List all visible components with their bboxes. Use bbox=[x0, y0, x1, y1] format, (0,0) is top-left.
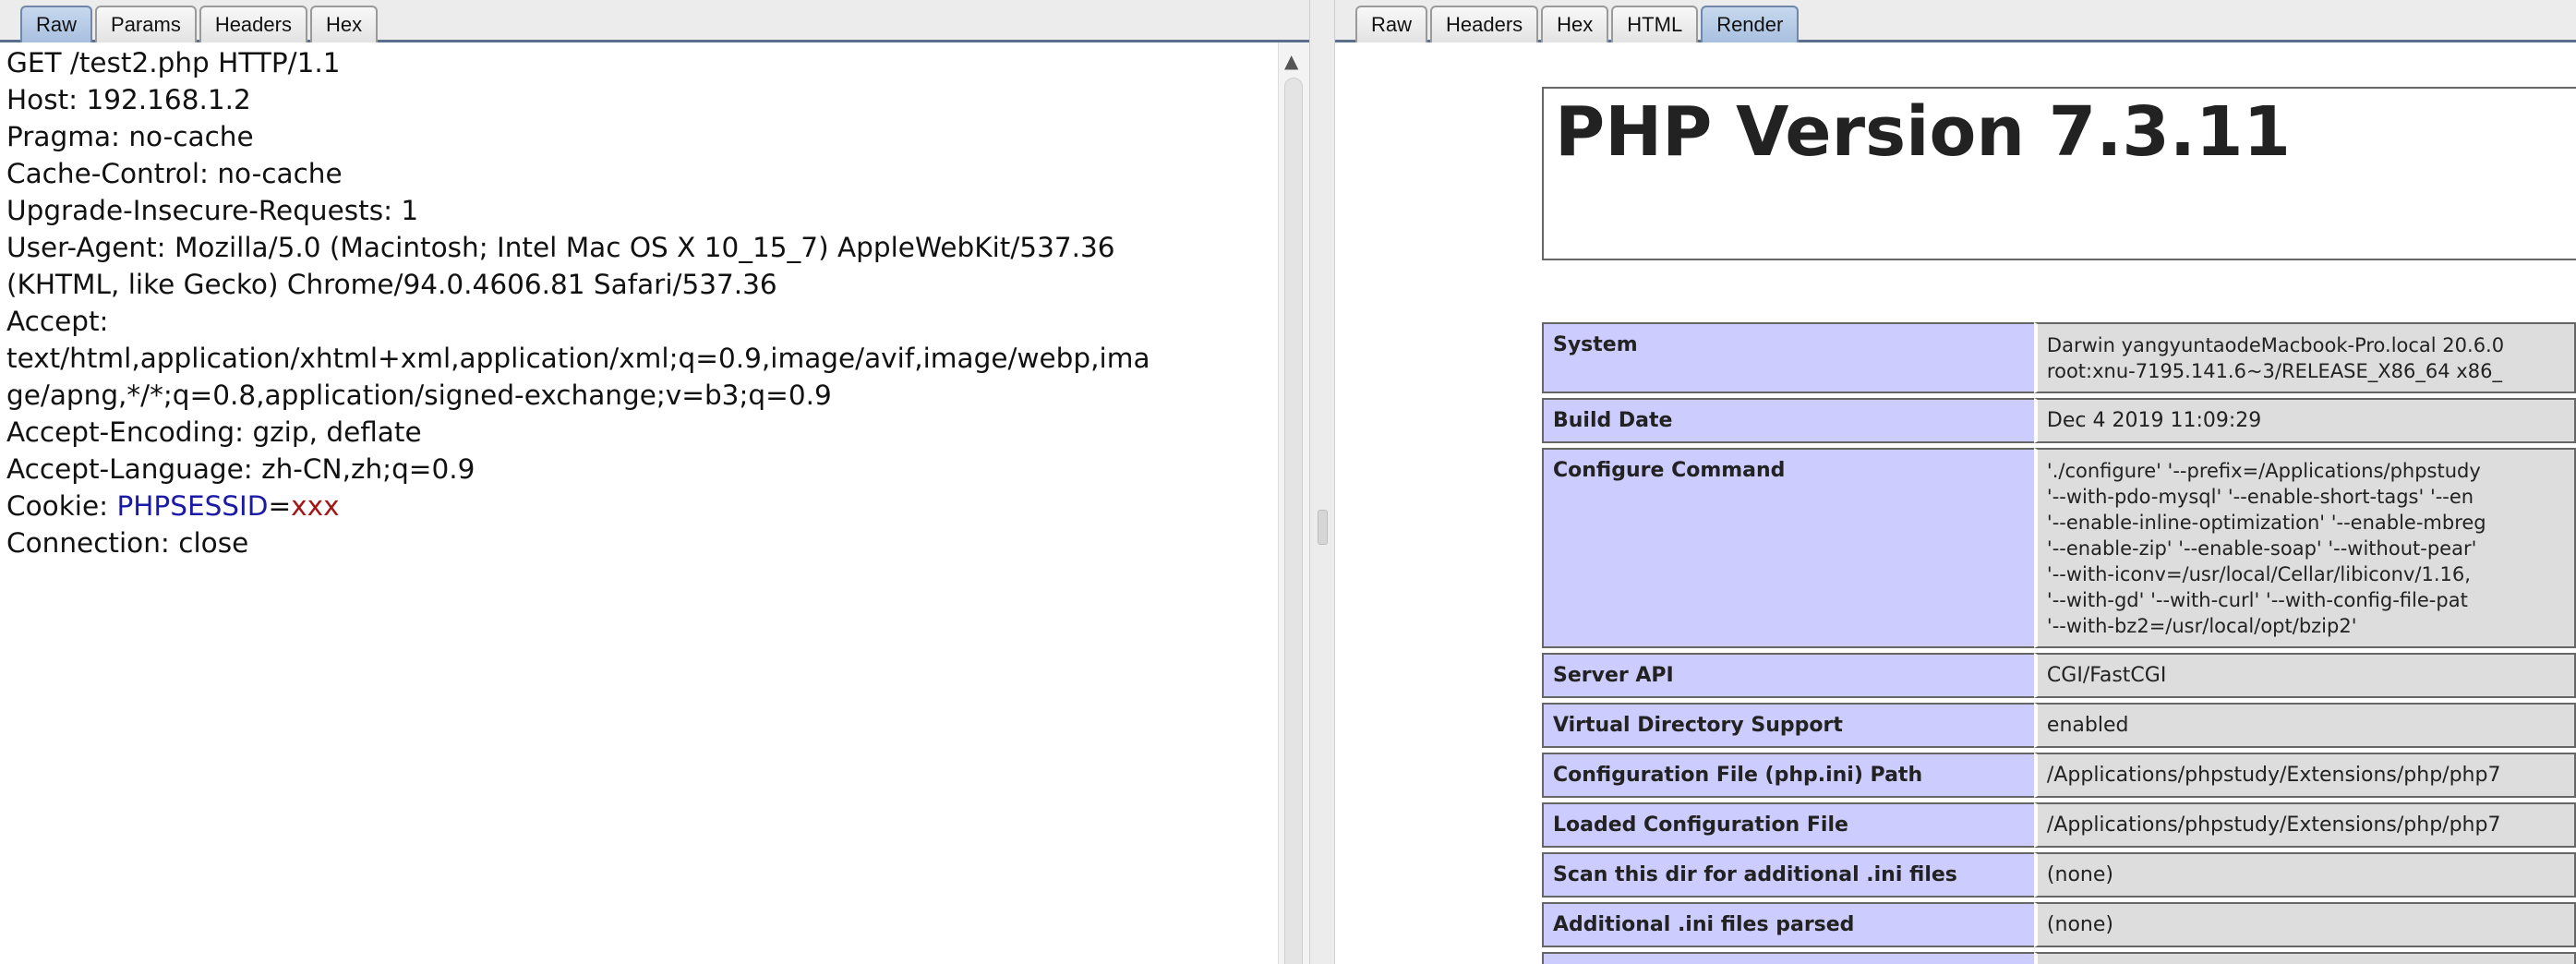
cookie-value: xxx bbox=[291, 490, 340, 522]
table-row: Server API CGI/FastCGI bbox=[1542, 653, 2576, 698]
table-row: Build Date Dec 4 2019 11:09:29 bbox=[1542, 398, 2576, 443]
divider-grip-handle[interactable] bbox=[1318, 510, 1328, 545]
phpinfo-key: Additional .ini files parsed bbox=[1542, 902, 2034, 947]
rendered-response: PHP Version 7.3.11 System Darwin yangyunt… bbox=[1335, 42, 2576, 964]
request-line: (KHTML, like Gecko) Chrome/94.0.4606.81 … bbox=[6, 269, 777, 300]
request-line: text/html,application/xhtml+xml,applicat… bbox=[6, 343, 1150, 374]
request-line: Upgrade-Insecure-Requests: 1 bbox=[6, 195, 419, 226]
request-line: Cache-Control: no-cache bbox=[6, 158, 343, 189]
table-row: Virtual Directory Support enabled bbox=[1542, 703, 2576, 748]
table-row: PHP API20180731 bbox=[1542, 952, 2576, 964]
request-tab-params[interactable]: Params bbox=[95, 6, 197, 42]
response-tab-hex[interactable]: Hex bbox=[1541, 6, 1609, 42]
split-pane-divider[interactable] bbox=[1309, 0, 1335, 964]
table-row: Scan this dir for additional .ini files(… bbox=[1542, 852, 2576, 898]
cookie-label: Cookie: bbox=[6, 490, 117, 522]
phpinfo-value: './configure' '--prefix=/Applications/ph… bbox=[2033, 448, 2576, 648]
phpinfo-key: Build Date bbox=[1542, 398, 2034, 443]
request-line: Pragma: no-cache bbox=[6, 121, 254, 152]
request-lines: GET /test2.php HTTP/1.1 Host: 192.168.1.2… bbox=[6, 44, 1271, 488]
request-pane: Raw Params Headers Hex GET /test2.php HTTP/… bbox=[0, 0, 1309, 964]
phpinfo-value: (none) bbox=[2033, 852, 2576, 898]
table-row: Configure Command './configure' '--prefix… bbox=[1542, 448, 2576, 648]
response-tab-bar: Raw Headers Hex HTML Render bbox=[1335, 0, 2576, 42]
phpinfo-key: PHP API bbox=[1542, 952, 2034, 964]
phpinfo-key: Loaded Configuration File bbox=[1542, 802, 2034, 848]
up-arrow-icon[interactable]: ▲ bbox=[1284, 52, 1298, 70]
php-version-header: PHP Version 7.3.11 bbox=[1542, 87, 2576, 260]
phpinfo-value: Darwin yangyuntaodeMacbook-Pro.local 20.… bbox=[2033, 322, 2576, 393]
response-tabs: Raw Headers Hex HTML Render bbox=[1355, 6, 1800, 42]
table-row: Configuration File (php.ini) Path/Applic… bbox=[1542, 753, 2576, 798]
phpinfo-value: CGI/FastCGI bbox=[2033, 653, 2576, 698]
request-tab-raw[interactable]: Raw bbox=[20, 6, 93, 42]
request-line: GET /test2.php HTTP/1.1 bbox=[6, 47, 341, 78]
request-line: Accept-Language: zh-CN,zh;q=0.9 bbox=[6, 453, 475, 485]
connection-line: Connection: close bbox=[6, 527, 249, 559]
response-tab-render[interactable]: Render bbox=[1701, 6, 1800, 42]
request-raw-editor[interactable]: GET /test2.php HTTP/1.1 Host: 192.168.1.2… bbox=[0, 42, 1278, 964]
request-raw-text[interactable]: GET /test2.php HTTP/1.1 Host: 192.168.1.2… bbox=[0, 42, 1278, 563]
cookie-line: Cookie: PHPSESSID=xxx bbox=[6, 488, 1271, 524]
phpinfo-table: System Darwin yangyuntaodeMacbook-Pro.loc… bbox=[1542, 318, 2576, 964]
table-row: System Darwin yangyuntaodeMacbook-Pro.loc… bbox=[1542, 322, 2576, 393]
response-tab-html[interactable]: HTML bbox=[1611, 6, 1699, 42]
phpinfo-value: 20180731 bbox=[2033, 952, 2576, 964]
cookie-name: PHPSESSID bbox=[116, 490, 269, 522]
phpinfo-key: System bbox=[1542, 322, 2034, 393]
request-line: Accept-Encoding: gzip, deflate bbox=[6, 416, 422, 448]
php-version-title: PHP Version 7.3.11 bbox=[1555, 92, 2291, 172]
vertical-scrollbar[interactable]: ▲ bbox=[1278, 42, 1309, 964]
phpinfo-key: Virtual Directory Support bbox=[1542, 703, 2034, 748]
phpinfo-value: enabled bbox=[2033, 703, 2576, 748]
request-tab-hex[interactable]: Hex bbox=[309, 6, 379, 42]
phpinfo-value: (none) bbox=[2033, 902, 2576, 947]
request-tabs: Raw Params Headers Hex bbox=[20, 6, 379, 42]
scrollbar-thumb[interactable] bbox=[1284, 78, 1303, 964]
cookie-equals: = bbox=[268, 490, 292, 522]
request-line: Accept: bbox=[6, 306, 109, 337]
phpinfo-key: Configuration File (php.ini) Path bbox=[1542, 753, 2034, 798]
request-line: User-Agent: Mozilla/5.0 (Macintosh; Inte… bbox=[6, 232, 1115, 263]
response-tab-raw[interactable]: Raw bbox=[1355, 6, 1428, 42]
phpinfo-value: /Applications/phpstudy/Extensions/php/ph… bbox=[2033, 802, 2576, 848]
table-row: Loaded Configuration File/Applications/p… bbox=[1542, 802, 2576, 848]
table-row: Additional .ini files parsed (none) bbox=[1542, 902, 2576, 947]
phpinfo-value: /Applications/phpstudy/Extensions/php/ph… bbox=[2033, 753, 2576, 798]
phpinfo-key: Server API bbox=[1542, 653, 2034, 698]
request-tab-bar: Raw Params Headers Hex bbox=[0, 0, 1309, 42]
response-pane: Raw Headers Hex HTML Render PHP Version 7.3.… bbox=[1335, 0, 2576, 964]
response-tab-headers[interactable]: Headers bbox=[1430, 6, 1539, 42]
phpinfo-key: Configure Command bbox=[1542, 448, 2034, 648]
request-line: ge/apng,*/*;q=0.8,application/signed-exc… bbox=[6, 380, 832, 411]
phpinfo-value: Dec 4 2019 11:09:29 bbox=[2033, 398, 2576, 443]
request-line: Host: 192.168.1.2 bbox=[6, 84, 251, 115]
request-tab-headers[interactable]: Headers bbox=[199, 6, 307, 42]
phpinfo-key: Scan this dir for additional .ini files bbox=[1542, 852, 2034, 898]
